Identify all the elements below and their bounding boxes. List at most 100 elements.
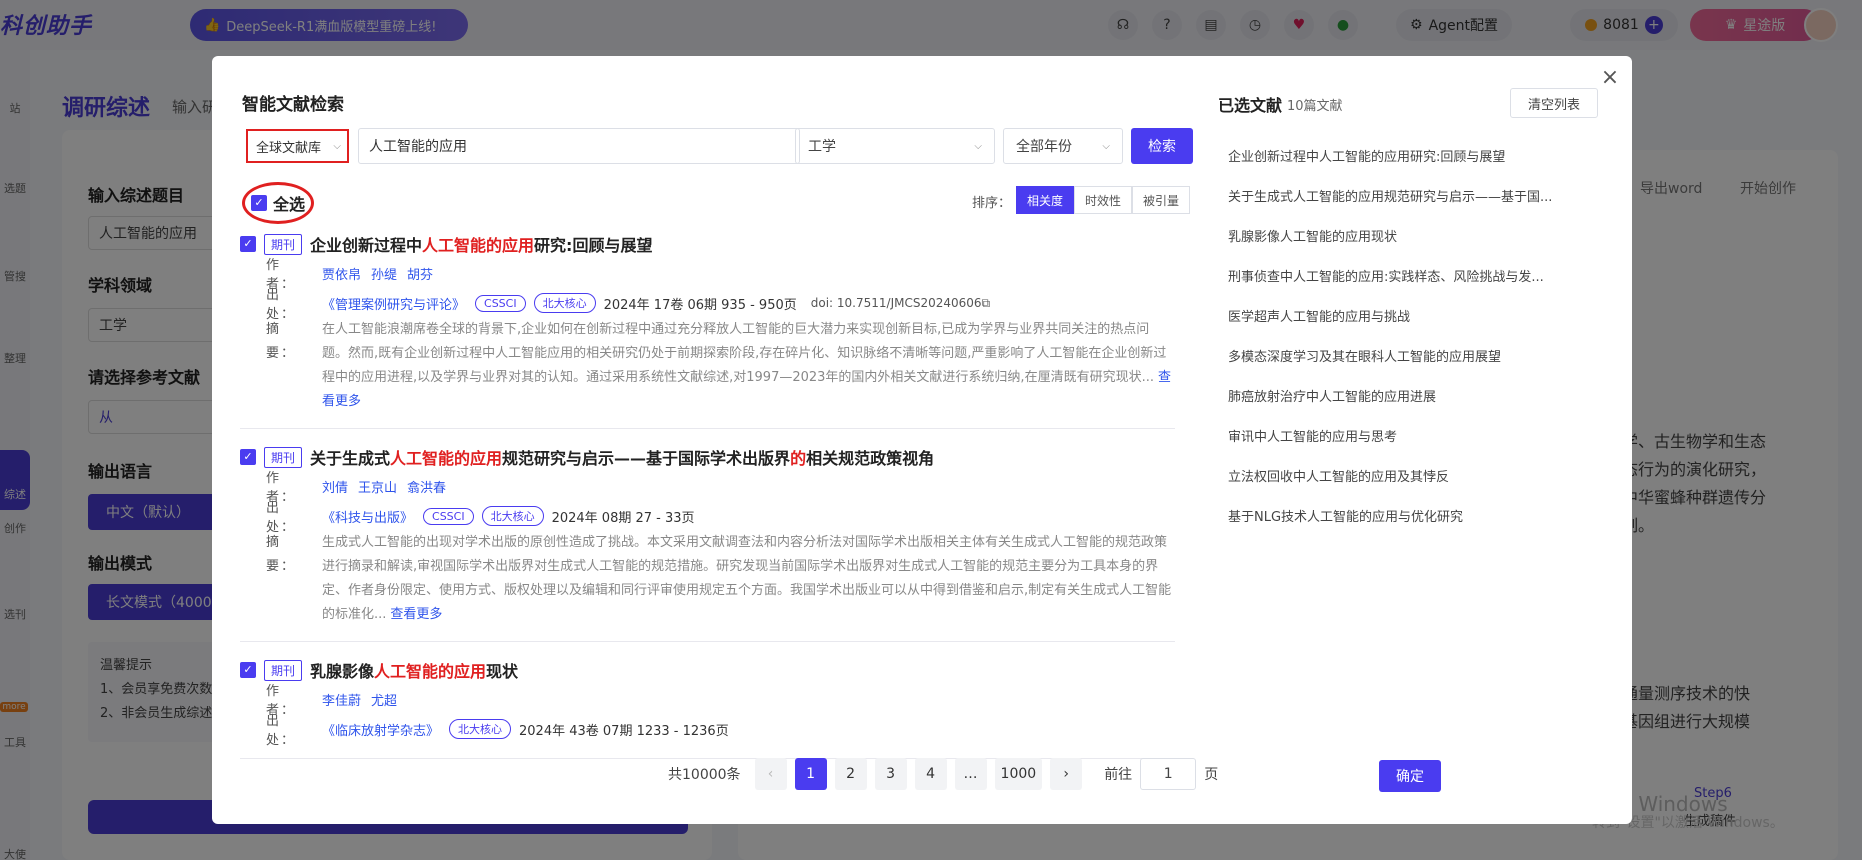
field-select-value: 工学 xyxy=(808,139,836,155)
author-link[interactable]: 翕洪春 xyxy=(407,477,446,496)
selected-item[interactable]: 刑事侦查中人工智能的应用:实践样态、风险挑战与发... xyxy=(1228,260,1588,300)
selected-list: 企业创新过程中人工智能的应用研究:回顾与展望 关于生成式人工智能的应用规范研究与… xyxy=(1228,140,1588,540)
type-tag: 期刊 xyxy=(264,446,303,468)
publication-info: 2024年 17卷 06期 935 - 950页 xyxy=(603,297,797,313)
source-label: 出 处： xyxy=(266,288,297,322)
sort-recency[interactable]: 时效性 xyxy=(1074,186,1133,214)
result-item: ✓ 期刊 乳腺影像人工智能的应用现状 作 者： 李佳蔚 尤超 出 处： 《临床放… xyxy=(240,656,1175,759)
source-link[interactable]: 《管理案例研究与评论》 xyxy=(322,294,465,313)
selected-item[interactable]: 肺癌放射治疗中人工智能的应用进展 xyxy=(1228,380,1588,420)
author-link[interactable]: 王京山 xyxy=(358,477,397,496)
author-row: 作 者： 李佳蔚 尤超 xyxy=(240,684,1175,718)
chevron-down-icon: ⌵ xyxy=(974,140,982,152)
chevron-down-icon: ⌵ xyxy=(333,140,341,152)
copy-icon[interactable]: ⧉ xyxy=(982,296,991,311)
confirm-button[interactable]: 确定 xyxy=(1379,760,1441,792)
clear-list-button[interactable]: 清空列表 xyxy=(1510,88,1598,118)
result-title[interactable]: 关于生成式人工智能的应用规范研究与启示——基于国际学术出版界的相关规范政策视角 xyxy=(310,445,934,469)
select-all-checkbox[interactable]: ✓ 全选 xyxy=(242,182,314,224)
sort-group: 相关度 时效性 被引量 xyxy=(1016,186,1191,214)
author-row: 作 者： 贾依帛 孙缇 胡芬 xyxy=(240,258,1175,292)
selected-title: 已选文献 xyxy=(1218,96,1283,115)
abstract-text: 在人工智能浪潮席卷全球的背景下,企业如何在创新过程中通过充分释放人工智能的巨大潜… xyxy=(322,322,1167,385)
source-row: 出 处： 《科技与出版》 CSSCI 北大核心 2024年 08期 27 - 3… xyxy=(240,501,1175,535)
source-link[interactable]: 《临床放射学杂志》 xyxy=(322,720,439,739)
sort-relevance[interactable]: 相关度 xyxy=(1016,186,1075,214)
selected-item[interactable]: 乳腺影像人工智能的应用现状 xyxy=(1228,220,1588,260)
page-2[interactable]: 2 xyxy=(834,758,867,790)
checkbox-checked-icon[interactable]: ✓ xyxy=(240,662,256,678)
goto-label: 前往 xyxy=(1104,767,1133,783)
author-link[interactable]: 尤超 xyxy=(371,690,397,709)
source-link[interactable]: 《科技与出版》 xyxy=(322,507,413,526)
author-link[interactable]: 贾依帛 xyxy=(322,264,361,283)
year-select[interactable]: 全部年份 ⌵ xyxy=(1003,128,1123,164)
author-link[interactable]: 孙缇 xyxy=(371,264,397,283)
page-unit-label: 页 xyxy=(1204,767,1219,783)
pagination: 共10000条 ‹ 1 2 3 4 … 1000 › 前往 1 页 xyxy=(668,758,1218,790)
page-ellipsis[interactable]: … xyxy=(954,758,987,790)
page-last[interactable]: 1000 xyxy=(994,758,1043,790)
type-tag: 期刊 xyxy=(264,659,303,681)
search-button[interactable]: 检索 xyxy=(1131,128,1193,164)
page-1[interactable]: 1 xyxy=(794,758,827,790)
type-tag: 期刊 xyxy=(264,233,303,255)
selected-item[interactable]: 医学超声人工智能的应用与挑战 xyxy=(1228,300,1588,340)
index-badge: 北大核心 xyxy=(533,293,596,313)
literature-search-modal: × 智能文献检索 全球文献库 ⌵ 人工智能的应用 工学 ⌵ 全部年份 ⌵ 检索 … xyxy=(212,56,1632,824)
abstract-row: 摘 要： 生成式人工智能的出现对学术出版的原创性造成了挑战。本文采用文献调查法和… xyxy=(240,531,1175,627)
abstract-label: 摘 要： xyxy=(266,535,297,574)
abstract-label: 摘 要： xyxy=(266,322,297,361)
source-label: 出 处： xyxy=(266,714,297,748)
modal-title: 智能文献检索 xyxy=(242,95,344,115)
author-row: 作 者： 刘倩 王京山 翕洪春 xyxy=(240,471,1175,505)
total-count: 共10000条 xyxy=(668,767,741,783)
checkbox-checked-icon[interactable]: ✓ xyxy=(240,236,256,252)
year-select-value: 全部年份 xyxy=(1016,139,1072,155)
index-badge: 北大核心 xyxy=(481,506,544,526)
result-item: ✓ 期刊 关于生成式人工智能的应用规范研究与启示——基于国际学术出版界的相关规范… xyxy=(240,443,1175,642)
goto-page-input[interactable]: 1 xyxy=(1140,758,1197,790)
sort-label: 排序： xyxy=(972,196,1012,211)
selected-item[interactable]: 企业创新过程中人工智能的应用研究:回顾与展望 xyxy=(1228,140,1588,180)
prev-page-icon[interactable]: ‹ xyxy=(754,758,787,790)
selected-item[interactable]: 关于生成式人工智能的应用规范研究与启示——基于国... xyxy=(1228,180,1588,220)
selected-item[interactable]: 审讯中人工智能的应用与思考 xyxy=(1228,420,1588,460)
database-select-value: 全球文献库 xyxy=(256,140,322,156)
next-page-icon[interactable]: › xyxy=(1050,758,1083,790)
select-all-label: 全选 xyxy=(272,195,305,214)
close-icon[interactable]: × xyxy=(1598,66,1622,90)
selected-item[interactable]: 基于NLG技术人工智能的应用与优化研究 xyxy=(1228,500,1588,540)
author-link[interactable]: 胡芬 xyxy=(407,264,433,283)
source-row: 出 处： 《临床放射学杂志》 北大核心 2024年 43卷 07期 1233 -… xyxy=(240,714,1175,748)
index-badge: CSSCI xyxy=(475,294,526,312)
source-row: 出 处： 《管理案例研究与评论》 CSSCI 北大核心 2024年 17卷 06… xyxy=(240,288,1175,322)
author-link[interactable]: 李佳蔚 xyxy=(322,690,361,709)
selected-count: 10篇文献 xyxy=(1287,99,1343,114)
checkbox-checked-icon[interactable]: ✓ xyxy=(240,449,256,465)
abstract-text: 生成式人工智能的出现对学术出版的原创性造成了挑战。本文采用文献调查法和内容分析法… xyxy=(322,535,1172,622)
page-3[interactable]: 3 xyxy=(874,758,907,790)
selected-item[interactable]: 立法权回收中人工智能的应用及其悖反 xyxy=(1228,460,1588,500)
view-more-link[interactable]: 查看更多 xyxy=(390,607,442,622)
result-item: ✓ 期刊 企业创新过程中人工智能的应用研究:回顾与展望 作 者： 贾依帛 孙缇 … xyxy=(240,230,1175,429)
page-4[interactable]: 4 xyxy=(914,758,947,790)
doi-text: doi: 10.7511/JMCS20240606 xyxy=(810,296,982,310)
index-badge: 北大核心 xyxy=(449,719,512,739)
result-title[interactable]: 乳腺影像人工智能的应用现状 xyxy=(310,658,518,682)
results-list: ✓ 期刊 企业创新过程中人工智能的应用研究:回顾与展望 作 者： 贾依帛 孙缇 … xyxy=(240,230,1175,800)
author-link[interactable]: 刘倩 xyxy=(322,477,348,496)
checkbox-checked-icon: ✓ xyxy=(250,195,267,211)
abstract-row: 摘 要： 在人工智能浪潮席卷全球的背景下,企业如何在创新过程中通过充分释放人工智… xyxy=(240,318,1175,414)
chevron-down-icon: ⌵ xyxy=(1102,140,1110,152)
field-select[interactable]: 工学 ⌵ xyxy=(795,128,995,164)
index-badge: CSSCI xyxy=(423,507,474,525)
source-label: 出 处： xyxy=(266,501,297,535)
selected-item[interactable]: 多模态深度学习及其在眼科人工智能的应用展望 xyxy=(1228,340,1588,380)
publication-info: 2024年 43卷 07期 1233 - 1236页 xyxy=(519,723,729,739)
sort-citations[interactable]: 被引量 xyxy=(1132,186,1191,214)
result-title[interactable]: 企业创新过程中人工智能的应用研究:回顾与展望 xyxy=(310,232,652,256)
database-select[interactable]: 全球文献库 ⌵ xyxy=(246,129,349,163)
publication-info: 2024年 08期 27 - 33页 xyxy=(551,510,695,526)
search-input[interactable]: 人工智能的应用 xyxy=(358,128,800,164)
